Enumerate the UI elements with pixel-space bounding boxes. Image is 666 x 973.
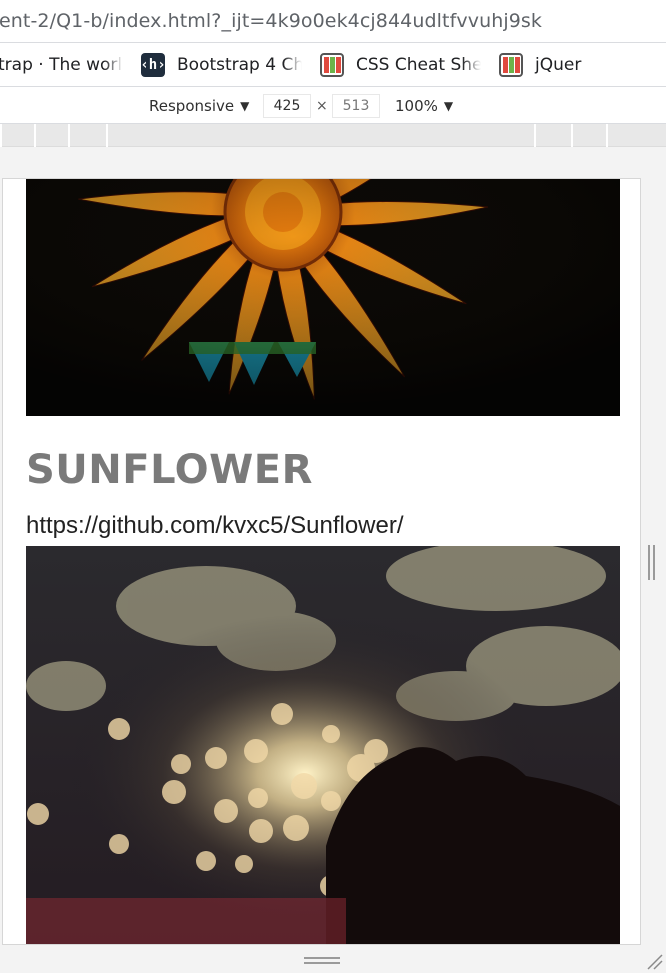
bookmark-label: Bootstrap 4 Cheat Sh	[177, 54, 302, 75]
bookmark-bootstrap-site[interactable]: trap · The world	[0, 43, 123, 86]
device-mode-dropdown[interactable]: Responsive ▼	[149, 87, 249, 124]
css-cheatsheet-icon	[320, 52, 344, 77]
viewport-width-input[interactable]: 425	[263, 94, 311, 118]
caret-down-icon: ▼	[443, 98, 454, 113]
bookmarks-bar: trap · The world ‹h› Bootstrap 4 Cheat S…	[0, 43, 666, 87]
handle-line	[648, 545, 650, 580]
sky-bokeh-photo	[26, 546, 620, 944]
dimension-times-sign: ×	[316, 98, 328, 114]
mq-divider	[534, 124, 536, 147]
caret-down-icon: ▼	[240, 98, 250, 113]
zoom-label: 100%	[395, 96, 438, 115]
corner-grip-svg	[647, 954, 663, 970]
project-title: SUNFLOWER	[26, 447, 313, 493]
media-query-bar[interactable]	[0, 124, 666, 147]
handle-line	[304, 957, 340, 959]
flower-photo	[26, 179, 620, 416]
mq-divider	[0, 124, 2, 147]
css-cheatsheet-icon	[499, 52, 523, 77]
horizontal-resize-handle[interactable]	[304, 957, 340, 965]
mq-divider	[571, 124, 573, 147]
zoom-dropdown[interactable]: 100% ▼	[395, 87, 453, 124]
device-mode-label: Responsive	[149, 96, 235, 115]
url-text[interactable]: ent-2/Q1-b/index.html?_ijt=4k9o0ek4cj844…	[0, 10, 542, 32]
project-link[interactable]: https://github.com/kvxc5/Sunflower/	[26, 512, 404, 540]
emulated-page: SUNFLOWER https://github.com/kvxc5/Sunfl…	[2, 178, 641, 945]
mq-divider	[106, 124, 108, 147]
vertical-resize-handle[interactable]	[648, 545, 656, 580]
h-logo-icon: ‹h›	[140, 52, 166, 77]
mq-divider	[606, 124, 608, 147]
bookmark-label: CSS Cheat Sheet | Ov	[356, 54, 481, 75]
device-toolbar: Responsive ▼ 425 × 513 100% ▼	[0, 87, 666, 124]
bookmark-jquery[interactable]: jQuer	[499, 43, 581, 86]
mq-divider	[68, 124, 70, 147]
viewport-height-input[interactable]: 513	[332, 94, 380, 118]
mq-divider	[34, 124, 36, 147]
bookmark-css-cheatsheet[interactable]: CSS Cheat Sheet | Ov	[320, 43, 481, 86]
flower-photo-svg	[26, 179, 620, 416]
bookmark-label: trap · The world	[0, 54, 123, 75]
bookmark-label: jQuer	[535, 54, 582, 75]
sky-bokeh-photo-svg	[26, 546, 620, 944]
bookmark-bootstrap-cheatsheet[interactable]: ‹h› Bootstrap 4 Cheat Sh	[140, 43, 302, 86]
handle-line	[653, 545, 655, 580]
corner-resize-icon[interactable]	[644, 951, 664, 971]
address-bar[interactable]: ent-2/Q1-b/index.html?_ijt=4k9o0ek4cj844…	[0, 0, 666, 43]
handle-line	[304, 962, 340, 964]
